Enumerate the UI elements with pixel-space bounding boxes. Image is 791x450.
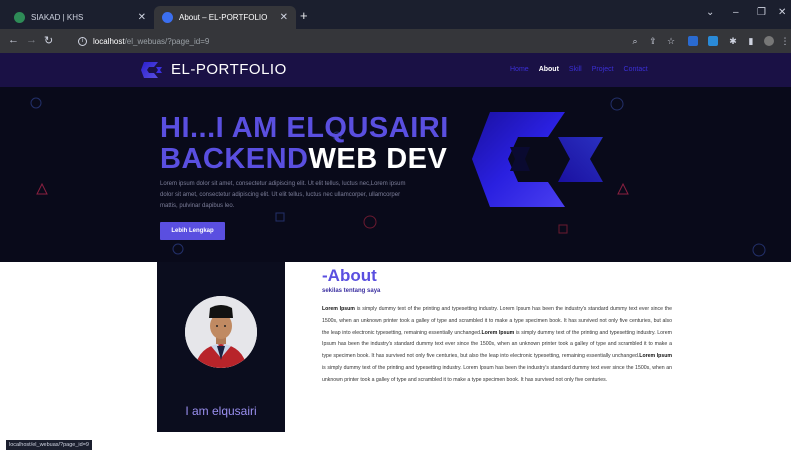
- hero-heading-line1: HI...I AM ELQUSAIRI: [160, 112, 449, 144]
- status-url-bar: localhost/el_webuas/?page_id=9: [6, 440, 92, 450]
- new-tab-icon[interactable]: +: [300, 8, 308, 23]
- site-header: EL-PORTFOLIO Home About Skill Project Co…: [0, 53, 791, 87]
- nav-about[interactable]: About: [539, 66, 559, 73]
- about-subtitle: sekilas tentang saya: [322, 288, 381, 294]
- reload-icon[interactable]: ↻: [44, 34, 53, 47]
- close-tab-icon[interactable]: ✕: [280, 12, 288, 23]
- share-icon[interactable]: ⇪: [648, 36, 658, 46]
- bold-text: Lorem Ipsum: [639, 353, 672, 360]
- nav-home[interactable]: Home: [510, 66, 529, 73]
- bold-text: Lorem Ipsum: [481, 329, 515, 336]
- triangle-decoration-icon: [617, 183, 629, 195]
- site-logo-icon[interactable]: [140, 58, 164, 82]
- main-nav: Home About Skill Project Contact: [510, 66, 648, 73]
- site-info-icon[interactable]: i: [78, 36, 87, 46]
- body-text: is simply dummy text of the printing and…: [322, 364, 672, 383]
- lebih-lengkap-button[interactable]: Lebih Lengkap: [160, 222, 225, 240]
- close-tab-icon[interactable]: ✕: [138, 12, 146, 23]
- nav-contact[interactable]: Contact: [624, 66, 648, 73]
- tab-bar: SIAKAD | KHS ✕ About – EL-PORTFOLIO ✕ + …: [0, 0, 791, 29]
- extensions-puzzle-icon[interactable]: ✱: [728, 36, 738, 46]
- hero-section: HI...I AM ELQUSAIRI BACKENDWEB DEV Lorem…: [0, 87, 791, 262]
- hero-logo-icon: [472, 112, 603, 207]
- tab-search-icon[interactable]: ⌄: [706, 7, 714, 18]
- avatar: [185, 296, 257, 368]
- about-body: Lorem Ipsum is simply dummy text of the …: [322, 304, 672, 387]
- browser-window: SIAKAD | KHS ✕ About – EL-PORTFOLIO ✕ + …: [0, 0, 791, 450]
- circle-decoration-icon: [752, 243, 766, 257]
- nav-skill[interactable]: Skill: [569, 66, 582, 73]
- forward-icon[interactable]: →: [26, 34, 37, 46]
- circle-decoration-icon: [172, 243, 184, 255]
- extension-icon[interactable]: [708, 36, 718, 46]
- square-decoration-icon: [275, 212, 285, 222]
- portfolio-favicon-icon: [162, 12, 173, 23]
- siakad-favicon-icon: [14, 12, 25, 23]
- hero-description: Lorem ipsum dolor sit amet, consectetur …: [160, 181, 406, 209]
- circle-decoration-icon: [30, 97, 42, 109]
- extension-icon[interactable]: [688, 36, 698, 46]
- circle-decoration-icon: [610, 97, 624, 111]
- menu-kebab-icon[interactable]: ⋮: [780, 36, 790, 46]
- bookmark-star-icon[interactable]: ☆: [666, 36, 676, 46]
- tab-siakad[interactable]: SIAKAD | KHS ✕: [6, 6, 154, 29]
- hero-heading-rest: WEB DEV: [308, 143, 448, 175]
- restore-icon[interactable]: ❐: [757, 7, 766, 18]
- brand-name[interactable]: EL-PORTFOLIO: [171, 61, 287, 78]
- close-window-icon[interactable]: ✕: [778, 7, 786, 18]
- address-bar: ← → ↻ i localhost/el_webuas/?page_id=9 ⌕…: [0, 29, 791, 53]
- profile-photo-icon: [185, 296, 257, 368]
- tab-about[interactable]: About – EL-PORTFOLIO ✕: [154, 6, 296, 29]
- circle-decoration-icon: [363, 215, 377, 229]
- bold-text: Lorem Ipsum: [322, 306, 355, 312]
- profile-card: I am elqusairi: [157, 262, 285, 432]
- nav-project[interactable]: Project: [592, 66, 614, 73]
- minimize-icon[interactable]: –: [733, 7, 739, 18]
- square-decoration-icon: [558, 224, 568, 234]
- zoom-icon[interactable]: ⌕: [630, 36, 640, 46]
- url-field[interactable]: i localhost/el_webuas/?page_id=9: [78, 33, 618, 49]
- url-host: localhost: [93, 36, 125, 46]
- url-path: /el_webuas/?page_id=9: [124, 36, 210, 46]
- triangle-decoration-icon: [36, 183, 48, 195]
- profile-avatar-icon[interactable]: [764, 36, 774, 46]
- tab-title: SIAKAD | KHS: [31, 13, 84, 22]
- hero-heading-accent: BACKEND: [160, 143, 309, 175]
- hero-heading-line2: BACKENDWEB DEV: [160, 143, 447, 176]
- profile-name: I am elqusairi: [185, 404, 257, 418]
- tab-title: About – EL-PORTFOLIO: [179, 13, 268, 22]
- side-panel-icon[interactable]: ▮: [746, 36, 756, 46]
- back-icon[interactable]: ←: [8, 34, 19, 46]
- about-title: -About: [322, 266, 377, 285]
